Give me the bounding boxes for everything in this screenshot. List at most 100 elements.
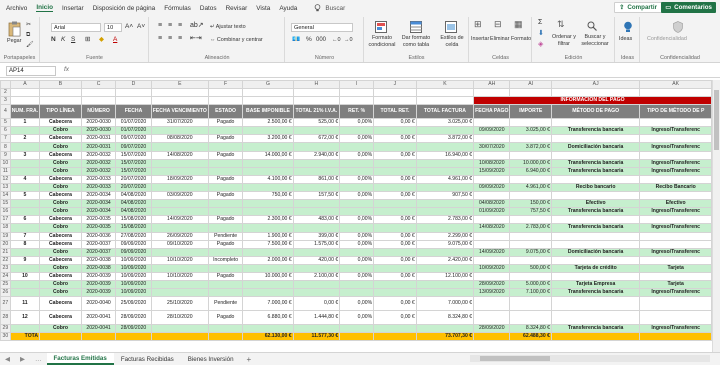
cell[interactable]: Cobro: [39, 247, 82, 257]
cell[interactable]: Cobro: [39, 182, 82, 193]
cell[interactable]: Ingreso/Transferenc: [639, 126, 712, 136]
cell[interactable]: [415, 199, 475, 209]
cell[interactable]: Cobro: [39, 199, 82, 209]
cell[interactable]: [292, 87, 341, 98]
cell[interactable]: [9, 166, 41, 176]
cell[interactable]: 0,00%: [339, 271, 375, 282]
cell[interactable]: [39, 87, 82, 98]
cell[interactable]: 9.075,00 €: [509, 247, 552, 257]
row-header[interactable]: 10: [0, 158, 11, 168]
cell[interactable]: [242, 126, 294, 136]
total-cell[interactable]: 11.577,30 €: [292, 332, 341, 342]
column-header[interactable]: C: [80, 80, 117, 89]
cell[interactable]: [373, 207, 417, 217]
row-header[interactable]: 23: [0, 263, 11, 273]
cell[interactable]: [373, 223, 417, 233]
total-cell[interactable]: [150, 332, 209, 342]
cell[interactable]: [292, 142, 341, 152]
cell[interactable]: [242, 263, 294, 273]
cell[interactable]: 09/09/2020: [115, 247, 152, 257]
decrease-decimal-icon[interactable]: →0: [344, 37, 353, 44]
sort-filter-button[interactable]: Ordenar y filtrar: [551, 34, 577, 47]
cell[interactable]: Pagado: [207, 150, 244, 160]
cell[interactable]: 0,00%: [339, 296, 375, 312]
cell[interactable]: [150, 158, 209, 168]
cell[interactable]: 28/09/2020: [473, 324, 511, 334]
grow-font-icon[interactable]: A˄: [125, 23, 133, 31]
cell[interactable]: 12: [9, 310, 41, 326]
cell[interactable]: [509, 239, 552, 249]
row-header[interactable]: 26: [0, 288, 11, 298]
cell[interactable]: Cobro: [39, 280, 82, 290]
cell[interactable]: [150, 280, 209, 290]
paste-icon[interactable]: [8, 21, 22, 37]
row-header[interactable]: 29: [0, 324, 11, 334]
column-header[interactable]: J: [373, 80, 417, 89]
cell[interactable]: Pagado: [207, 239, 244, 249]
cell[interactable]: Cabecera: [39, 150, 82, 160]
cell[interactable]: [9, 142, 41, 152]
cell[interactable]: [9, 126, 41, 136]
cell[interactable]: Transferencia bancaria: [550, 223, 641, 233]
table-format-button[interactable]: Dar formato como tabla: [401, 35, 431, 48]
cell[interactable]: 08/08/2020: [150, 134, 209, 144]
italic-icon[interactable]: K: [61, 36, 65, 44]
cell[interactable]: Transferencia bancaria: [550, 324, 641, 334]
cell[interactable]: Pagado: [207, 215, 244, 225]
add-sheet-button[interactable]: +: [247, 355, 252, 364]
column-header-cell[interactable]: IMPORTE: [509, 104, 552, 120]
cell[interactable]: 3.025,00 €: [415, 118, 475, 128]
horizontal-scrollbar[interactable]: [470, 355, 710, 362]
insert-cells-button[interactable]: Insertar: [471, 36, 489, 43]
column-header-cell[interactable]: MÉTODO DE PAGO: [550, 104, 641, 120]
column-header-cell[interactable]: FECHA PAGO: [473, 104, 511, 120]
cell[interactable]: 31/07/2020: [150, 118, 209, 128]
cell[interactable]: 04/08/2020: [473, 199, 511, 209]
column-header-cell[interactable]: FECHA VENCIMIENTO: [150, 104, 209, 120]
cell[interactable]: Cabecera: [39, 239, 82, 249]
indent-icon[interactable]: ⇤⇥: [190, 35, 202, 43]
total-cell[interactable]: [39, 332, 82, 342]
cell[interactable]: [473, 134, 511, 144]
column-header-cell[interactable]: TOTAL RET.: [373, 104, 417, 120]
cell[interactable]: 10.000,00 €: [242, 271, 294, 282]
cell[interactable]: 04/08/2020: [115, 199, 152, 209]
cell[interactable]: Tarjeta: [639, 263, 712, 273]
cell[interactable]: [639, 150, 712, 160]
cell[interactable]: [550, 271, 641, 282]
cell[interactable]: [9, 324, 41, 334]
cell[interactable]: [115, 96, 152, 106]
cell[interactable]: 525,00 €: [292, 118, 341, 128]
cell[interactable]: Ingreso/Transferenc: [639, 142, 712, 152]
cell[interactable]: [292, 207, 341, 217]
cell[interactable]: 0,00 €: [373, 255, 417, 265]
cell[interactable]: 8.324,80 €: [415, 310, 475, 326]
cell[interactable]: 09/10/2020: [150, 239, 209, 249]
cell[interactable]: [80, 87, 117, 98]
cell[interactable]: Ingreso/Transferenc: [639, 166, 712, 176]
cell[interactable]: Pagado: [207, 134, 244, 144]
row-header[interactable]: 7: [0, 134, 11, 144]
delete-cells-button[interactable]: Eliminar: [490, 36, 509, 43]
cell[interactable]: Incompleto: [207, 255, 244, 265]
cell[interactable]: [509, 310, 552, 326]
cell[interactable]: 01/07/2020: [115, 118, 152, 128]
cell[interactable]: Efectivo: [639, 199, 712, 209]
vertical-scroll-thumb[interactable]: [714, 90, 719, 150]
cell[interactable]: [509, 118, 552, 128]
cell[interactable]: Tarjeta Empresa: [550, 280, 641, 290]
shrink-font-icon[interactable]: A˅: [137, 23, 145, 31]
column-header[interactable]: H: [292, 80, 341, 89]
cell[interactable]: Cobro: [39, 324, 82, 334]
cell[interactable]: [9, 158, 41, 168]
cell[interactable]: 2020-0034: [80, 199, 117, 209]
total-cell[interactable]: [207, 332, 244, 342]
row-header[interactable]: 16: [0, 207, 11, 217]
cell[interactable]: Cobro: [39, 166, 82, 176]
cell[interactable]: Cabecera: [39, 255, 82, 265]
cell[interactable]: [9, 223, 41, 233]
tab-more-icon[interactable]: …: [35, 356, 42, 363]
cell[interactable]: [509, 174, 552, 184]
cell[interactable]: Domiciliación bancaria: [550, 142, 641, 152]
cell[interactable]: [242, 207, 294, 217]
